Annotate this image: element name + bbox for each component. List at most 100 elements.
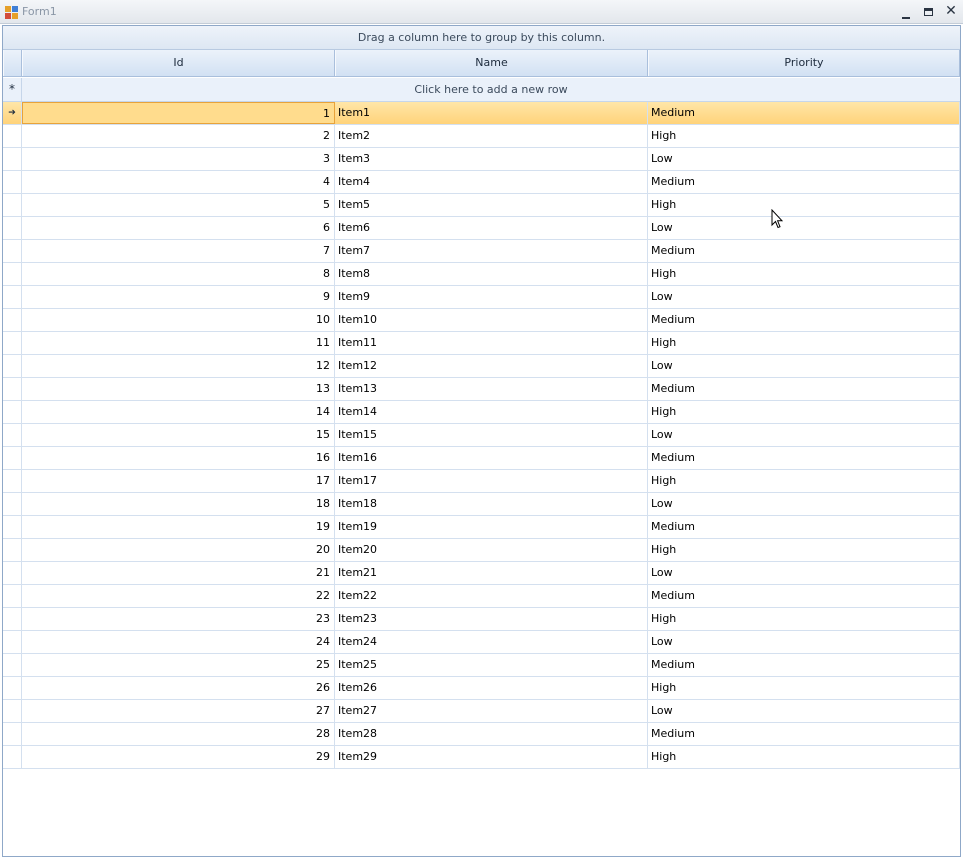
table-row[interactable]: 10 Item10 Medium [3,309,960,332]
id-cell[interactable]: 7 [22,240,335,262]
row-indicator[interactable] [3,125,22,147]
column-header-name[interactable]: Name [335,50,648,76]
row-indicator[interactable] [3,217,22,239]
id-cell[interactable]: 20 [22,539,335,561]
name-cell[interactable]: Item19 [335,516,648,538]
name-cell[interactable]: Item14 [335,401,648,423]
id-cell[interactable]: 16 [22,447,335,469]
table-row[interactable]: 4 Item4 Medium [3,171,960,194]
table-row[interactable]: 16 Item16 Medium [3,447,960,470]
row-indicator[interactable] [3,493,22,515]
row-indicator[interactable] [3,654,22,676]
id-cell[interactable]: 1 [22,102,335,124]
row-indicator[interactable] [3,516,22,538]
table-row[interactable]: 22 Item22 Medium [3,585,960,608]
name-cell[interactable]: Item29 [335,746,648,768]
table-row[interactable]: 20 Item20 High [3,539,960,562]
id-cell[interactable]: 26 [22,677,335,699]
priority-cell[interactable]: High [648,332,960,354]
id-cell[interactable]: 5 [22,194,335,216]
row-indicator[interactable] [3,723,22,745]
name-cell[interactable]: Item8 [335,263,648,285]
name-cell[interactable]: Item21 [335,562,648,584]
table-row[interactable]: 11 Item11 High [3,332,960,355]
priority-cell[interactable]: Medium [648,240,960,262]
name-cell[interactable]: Item17 [335,470,648,492]
id-cell[interactable]: 2 [22,125,335,147]
priority-cell[interactable]: Medium [648,723,960,745]
id-cell[interactable]: 19 [22,516,335,538]
name-cell[interactable]: Item6 [335,217,648,239]
id-cell[interactable]: 10 [22,309,335,331]
id-cell[interactable]: 27 [22,700,335,722]
row-indicator[interactable] [3,470,22,492]
row-indicator[interactable] [3,148,22,170]
minimize-button[interactable] [896,3,916,20]
table-row[interactable]: 6 Item6 Low [3,217,960,240]
row-indicator[interactable]: ➔ [3,102,22,124]
table-row[interactable]: 3 Item3 Low [3,148,960,171]
name-cell[interactable]: Item11 [335,332,648,354]
table-row[interactable]: 26 Item26 High [3,677,960,700]
priority-cell[interactable]: High [648,677,960,699]
table-row[interactable]: 14 Item14 High [3,401,960,424]
table-row[interactable]: 19 Item19 Medium [3,516,960,539]
id-cell[interactable]: 17 [22,470,335,492]
name-cell[interactable]: Item23 [335,608,648,630]
name-cell[interactable]: Item26 [335,677,648,699]
priority-cell[interactable]: Medium [648,516,960,538]
priority-cell[interactable]: High [648,401,960,423]
row-indicator[interactable] [3,562,22,584]
id-cell[interactable]: 3 [22,148,335,170]
row-indicator[interactable] [3,608,22,630]
id-cell[interactable]: 13 [22,378,335,400]
row-indicator[interactable] [3,700,22,722]
id-cell[interactable]: 21 [22,562,335,584]
priority-cell[interactable]: High [648,608,960,630]
name-cell[interactable]: Item18 [335,493,648,515]
table-row[interactable]: 18 Item18 Low [3,493,960,516]
row-indicator[interactable] [3,309,22,331]
id-cell[interactable]: 25 [22,654,335,676]
name-cell[interactable]: Item7 [335,240,648,262]
row-indicator[interactable] [3,447,22,469]
id-cell[interactable]: 22 [22,585,335,607]
name-cell[interactable]: Item16 [335,447,648,469]
id-cell[interactable]: 9 [22,286,335,308]
id-cell[interactable]: 4 [22,171,335,193]
app-icon[interactable] [5,6,18,19]
priority-cell[interactable]: Low [648,562,960,584]
group-by-panel[interactable]: Drag a column here to group by this colu… [3,26,960,50]
name-cell[interactable]: Item24 [335,631,648,653]
name-cell[interactable]: Item10 [335,309,648,331]
priority-cell[interactable]: High [648,539,960,561]
name-cell[interactable]: Item25 [335,654,648,676]
id-cell[interactable]: 23 [22,608,335,630]
row-indicator[interactable] [3,378,22,400]
row-indicator[interactable] [3,194,22,216]
name-cell[interactable]: Item4 [335,171,648,193]
table-row[interactable]: 13 Item13 Medium [3,378,960,401]
column-header-id[interactable]: Id [22,50,335,76]
priority-cell[interactable]: Low [648,148,960,170]
id-cell[interactable]: 29 [22,746,335,768]
priority-cell[interactable]: High [648,125,960,147]
id-cell[interactable]: 6 [22,217,335,239]
row-indicator[interactable] [3,355,22,377]
id-cell[interactable]: 24 [22,631,335,653]
row-indicator[interactable] [3,424,22,446]
row-indicator[interactable] [3,401,22,423]
row-indicator[interactable] [3,585,22,607]
table-row[interactable]: 7 Item7 Medium [3,240,960,263]
table-row[interactable]: 9 Item9 Low [3,286,960,309]
name-cell[interactable]: Item15 [335,424,648,446]
table-row[interactable]: 25 Item25 Medium [3,654,960,677]
id-cell[interactable]: 11 [22,332,335,354]
row-indicator[interactable] [3,539,22,561]
priority-cell[interactable]: Medium [648,102,960,124]
row-indicator[interactable] [3,631,22,653]
name-cell[interactable]: Item13 [335,378,648,400]
column-header-priority[interactable]: Priority [648,50,960,76]
table-row[interactable]: 5 Item5 High [3,194,960,217]
priority-cell[interactable]: Medium [648,378,960,400]
